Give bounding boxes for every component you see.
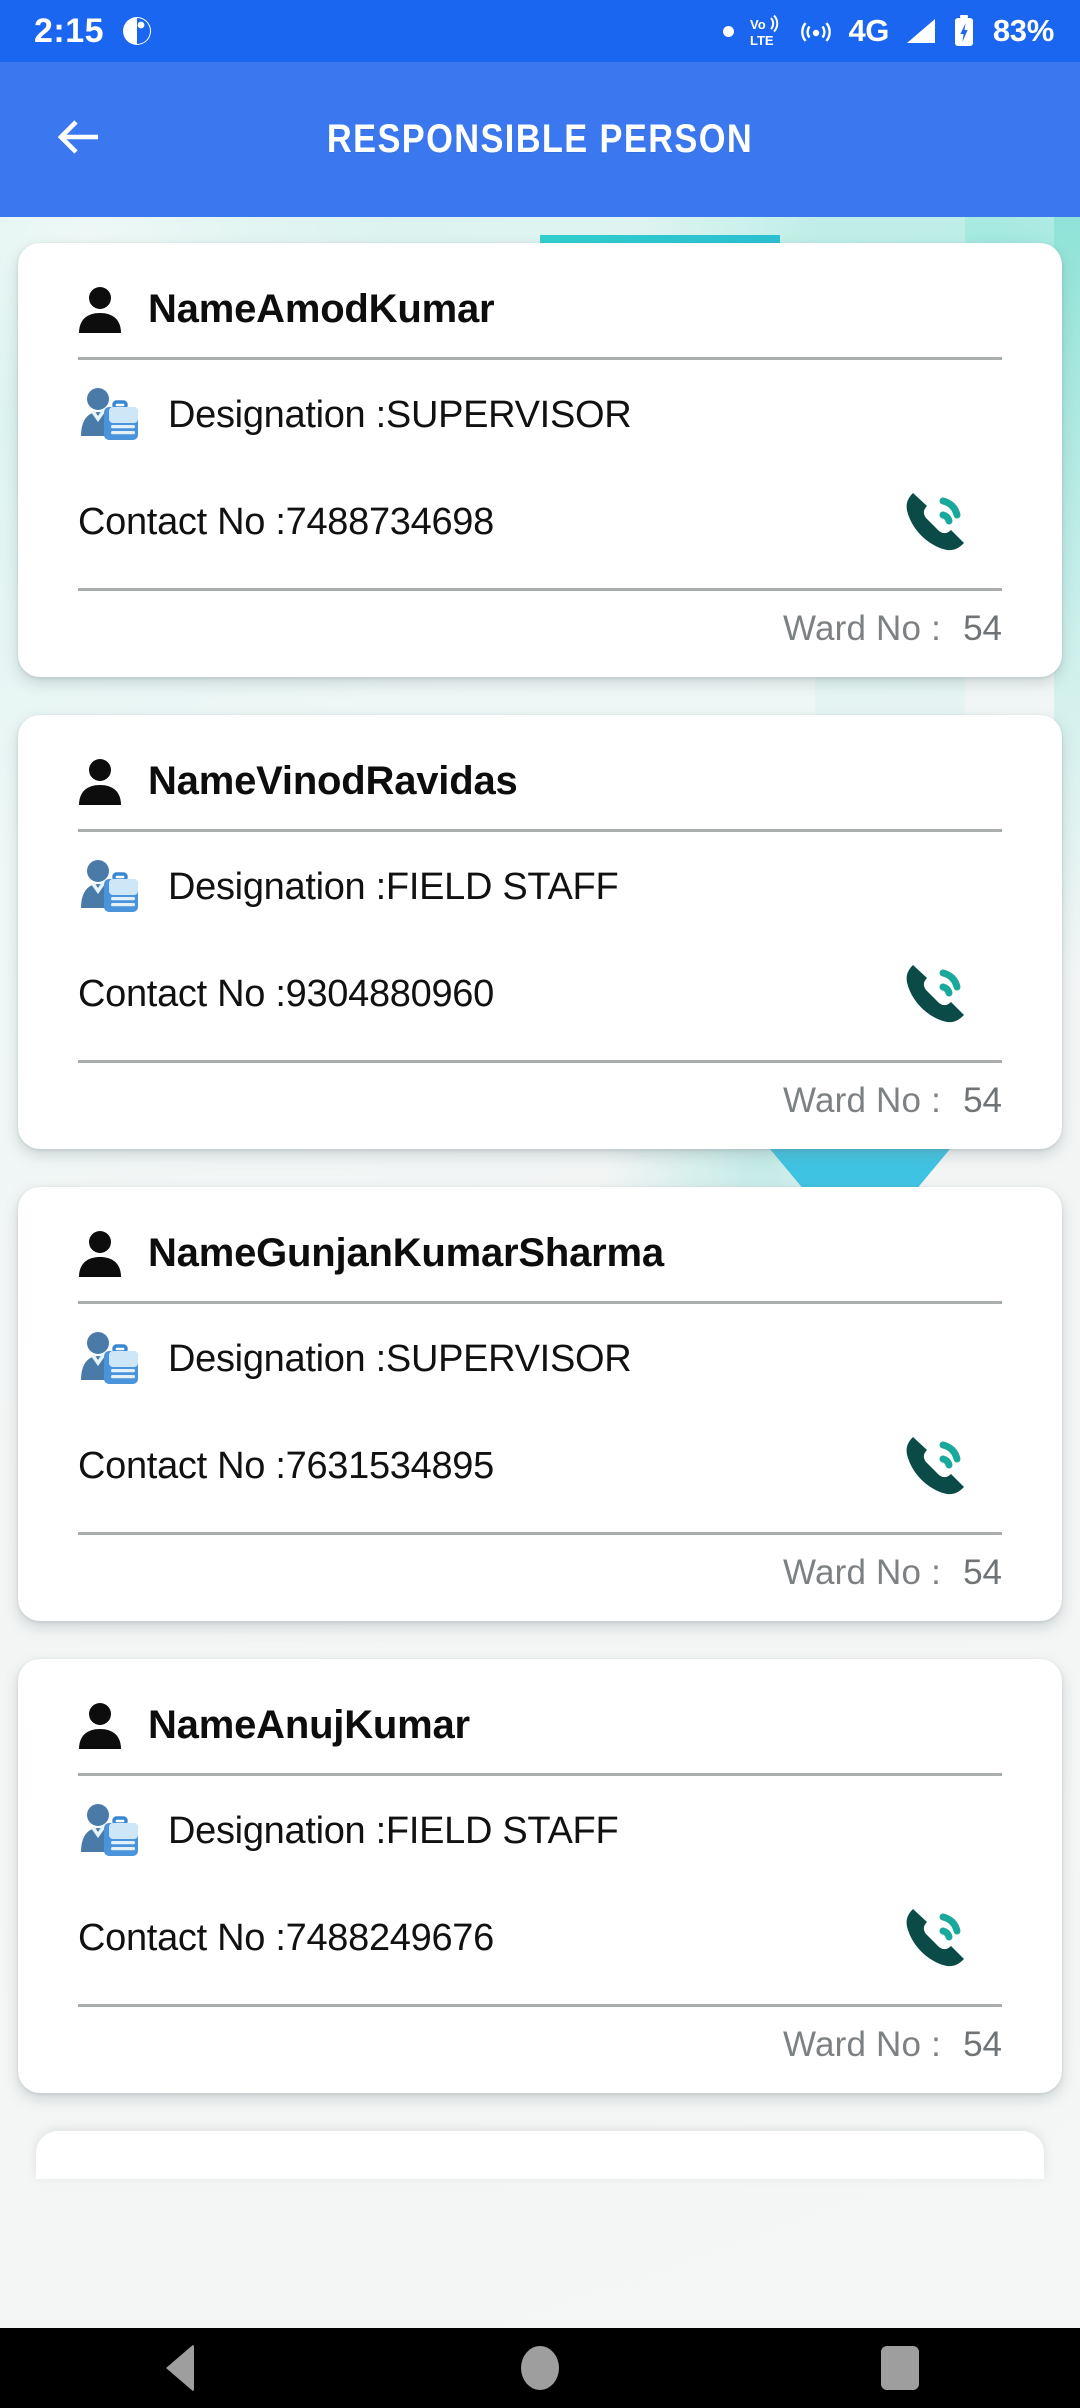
nav-back-button[interactable] [110,2328,250,2408]
dot-icon [723,25,735,37]
do-not-disturb-icon [122,16,152,46]
nav-back-icon [166,2344,194,2392]
ward-value: 54 [963,2025,1002,2064]
contact-row: Contact No :7631534895 [18,1408,1062,1532]
contact-label: Contact No :9304880960 [78,972,494,1015]
designation-label: Designation :FIELD STAFF [168,1809,619,1852]
designation-label: Designation :SUPERVISOR [168,393,632,436]
employee-briefcase-icon [78,858,142,916]
responsible-person-list: NameAmodKumar Designation :SUPERVISOR Co… [0,217,1080,2179]
person-icon [78,1701,122,1749]
list-item[interactable]: NameAnujKumar Designation :FIELD STAFF C… [18,1659,1062,2093]
phone-call-icon [901,1431,971,1502]
status-bar-left: 2:15 [34,12,152,51]
contact-label: Contact No :7488734698 [78,500,494,543]
nav-home-icon [521,2346,559,2390]
contact-row: Contact No :7488249676 [18,1880,1062,2004]
person-icon [78,1229,122,1277]
status-clock: 2:15 [34,11,105,50]
hotspot-icon [800,15,832,47]
ward-value: 54 [963,609,1002,648]
employee-briefcase-icon [78,386,142,444]
system-navigation-bar [0,2328,1080,2408]
nav-home-button[interactable] [470,2328,610,2408]
ward-value: 54 [963,1081,1002,1120]
phone-call-icon [901,959,971,1030]
employee-briefcase-icon [78,1330,142,1388]
person-name-row: NameGunjanKumarSharma [18,1187,1062,1301]
phone-call-icon [901,487,971,558]
list-item[interactable]: NameVinodRavidas Designation:FIELD STAF… [18,715,1062,1149]
svg-text:Vo: Vo [750,17,766,32]
list-item-partial[interactable] [36,2131,1044,2179]
app-bar: RESPONSIBLE PERSON [0,62,1080,217]
ward-row: Ward No : 54 [18,1535,1062,1621]
ward-row: Ward No : 54 [18,591,1062,677]
person-name-row: NameAnujKumar [18,1659,1062,1773]
person-name-row: NameAmodKumar [18,243,1062,357]
person-name: NameVinodRavidas [148,758,518,803]
person-name-row: NameVinodRavidas [18,715,1062,829]
status-bar: 2:15 Vo LTE 4G 83% [0,0,1080,62]
ward-label: Ward No : [783,1081,942,1120]
call-button[interactable] [890,1426,982,1506]
signal-bars-icon [905,17,937,45]
battery-percent-label: 83% [992,13,1054,48]
contact-label: Contact No :7631534895 [78,1444,494,1487]
designation-row: Designation :SUPERVISOR [18,1304,1062,1408]
network-type-label: 4G [848,13,889,48]
ward-label: Ward No : [783,609,942,648]
battery-charging-icon [953,15,975,47]
person-name: NameAmodKumar [148,286,495,331]
ward-row: Ward No : 54 [18,2007,1062,2093]
volte-icon: Vo LTE [750,14,784,48]
call-button[interactable] [890,1898,982,1978]
arrow-left-icon [52,109,108,170]
ward-label: Ward No : [783,2025,942,2064]
status-bar-right: Vo LTE 4G 83% [723,13,1054,49]
designation-row: Designation :SUPERVISOR [18,360,1062,464]
svg-text:LTE: LTE [750,33,774,47]
page-title: RESPONSIBLE PERSON [326,117,754,161]
list-item[interactable]: NameAmodKumar Designation :SUPERVISOR Co… [18,243,1062,677]
call-button[interactable] [890,954,982,1034]
phone-call-icon [901,1903,971,1974]
scroll-container[interactable]: NameAmodKumar Designation :SUPERVISOR Co… [0,217,1080,2328]
designation-label: Designation :SUPERVISOR [168,1337,632,1380]
designation-row: Designation :FIELD STAFF [18,1776,1062,1880]
designation-row: Designation :FIELD STAFF [18,832,1062,936]
nav-recents-button[interactable] [830,2328,970,2408]
person-icon [78,285,122,333]
person-name: NameAnujKumar [148,1702,470,1747]
nav-recents-icon [881,2346,919,2390]
contact-row: Contact No :9304880960 [18,936,1062,1060]
designation-label: Designation :FIELD STAFF [168,865,619,908]
call-button[interactable] [890,482,982,562]
ward-label: Ward No : [783,1553,942,1592]
ward-row: Ward No : 54 [18,1063,1062,1149]
employee-briefcase-icon [78,1802,142,1860]
person-name: NameGunjanKumarSharma [148,1230,664,1275]
list-item[interactable]: NameGunjanKumarSharma Designation:SUPER… [18,1187,1062,1621]
contact-label: Contact No :7488249676 [78,1916,494,1959]
contact-row: Contact No :7488734698 [18,464,1062,588]
ward-value: 54 [963,1553,1002,1592]
back-button[interactable] [24,84,136,196]
person-icon [78,757,122,805]
